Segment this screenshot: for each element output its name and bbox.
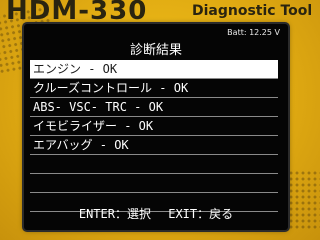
key-hints: ENTER：選択 EXIT：戻る xyxy=(24,205,288,222)
screen-title: 診断結果 xyxy=(129,43,182,58)
result-item-engine[interactable]: エンジン - OK xyxy=(30,60,278,79)
exit-key-hint[interactable]: EXIT：戻る xyxy=(168,207,233,221)
result-item-airbag[interactable]: エアバッグ - OK xyxy=(30,136,278,155)
result-item-cruise-control[interactable]: クルーズコントロール - OK xyxy=(30,79,278,98)
result-list: エンジン - OK クルーズコントロール - OK ABS- VSC- TRC … xyxy=(30,60,278,212)
diagnostic-device: HDM-330 Diagnostic Tool Batt: 12.25 V 診断… xyxy=(0,0,320,240)
lcd-screen: Batt: 12.25 V 診断結果 エンジン - OK クルーズコントロール … xyxy=(24,24,288,230)
device-model: HDM-330 xyxy=(6,0,148,26)
enter-key-hint[interactable]: ENTER：選択 xyxy=(79,207,151,221)
empty-row xyxy=(30,155,278,174)
battery-status: Batt: 12.25 V xyxy=(227,28,280,37)
result-item-abs-vsc-trc[interactable]: ABS- VSC- TRC - OK xyxy=(30,98,278,117)
empty-row xyxy=(30,174,278,193)
device-title: Diagnostic Tool xyxy=(192,3,313,19)
result-item-immobilizer[interactable]: イモビライザー - OK xyxy=(30,117,278,136)
